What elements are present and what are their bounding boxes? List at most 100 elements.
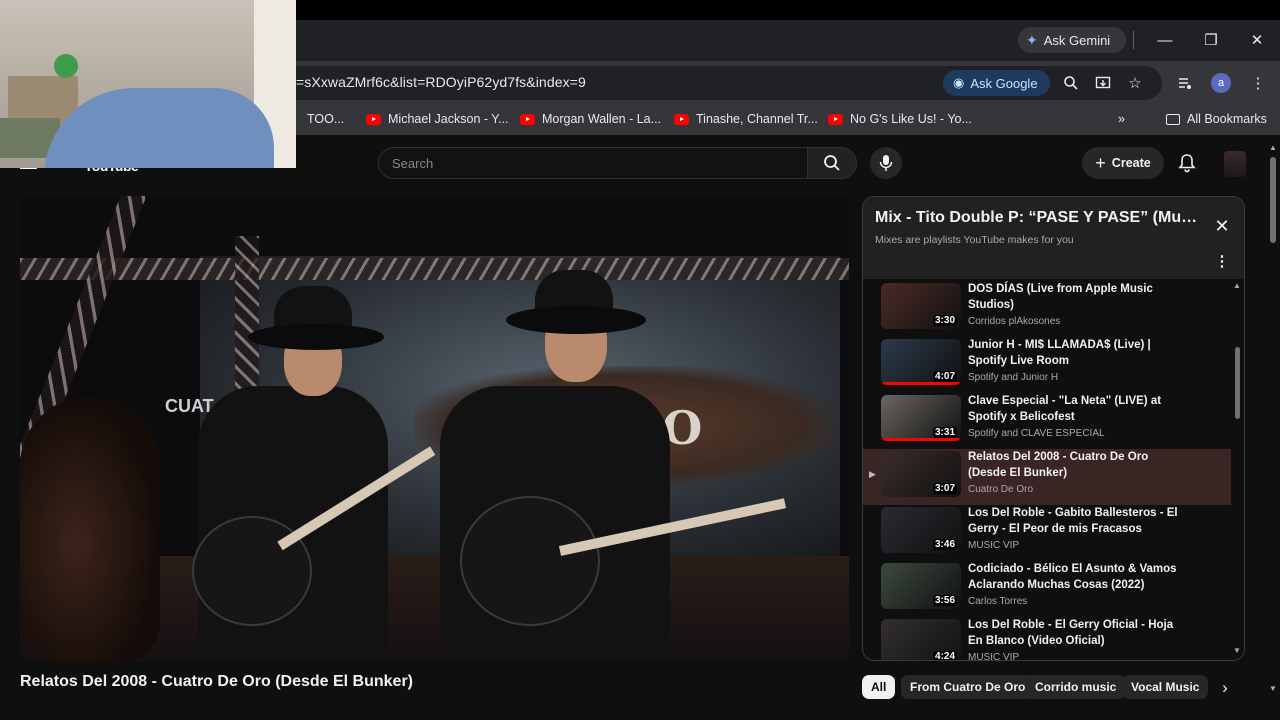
scroll-down-icon[interactable]: ▼ — [1233, 646, 1241, 655]
all-bookmarks-button[interactable]: All Bookmarks — [1166, 112, 1267, 126]
duration-badge: 4:07 — [932, 371, 957, 382]
playlist-items: 3:30 DOS DÍAS (Live from Apple Music Stud… — [863, 279, 1231, 660]
playlist-item[interactable]: ▶ 3:07 Relatos Del 2008 - Cuatro De Oro (D… — [863, 449, 1231, 505]
lens-icon: ◉ — [953, 75, 965, 90]
playlist-item[interactable]: 3:56 Codiciado - Bélico El Asunto & Vamos… — [863, 561, 1231, 617]
bookmark-label: Tinashe, Channel Tr... — [696, 112, 818, 126]
bookmark-star-icon[interactable]: ☆ — [1124, 72, 1146, 94]
gemini-icon: ✦ — [1026, 31, 1038, 48]
ask-gemini-label: Ask Gemini — [1043, 32, 1111, 48]
bookmark-item[interactable]: No G's Like Us! - Yo... — [828, 112, 972, 126]
search-button[interactable] — [807, 147, 857, 179]
scroll-up-icon[interactable]: ▲ — [1269, 143, 1277, 152]
bookmark-item[interactable]: TOO... — [307, 112, 344, 126]
scroll-up-icon[interactable]: ▲ — [1233, 281, 1241, 290]
webcam-overlay — [0, 0, 296, 168]
install-app-icon[interactable] — [1092, 72, 1114, 94]
profile-avatar[interactable]: a — [1211, 73, 1231, 93]
playlist-item-text: Relatos Del 2008 - Cuatro De Oro (Desde … — [968, 449, 1188, 495]
close-window-icon[interactable]: ✕ — [1246, 29, 1268, 51]
singer-right-hat-brim — [506, 306, 646, 334]
playlist-item-channel: Cuatro De Oro — [968, 484, 1034, 495]
playlist-scrollbar[interactable]: ▲ ▼ — [1231, 279, 1244, 660]
youtube-icon — [366, 113, 381, 125]
playlist-thumbnail[interactable]: 4:24 — [881, 619, 961, 660]
playlist-item-text: Los Del Roble - Gabito Ballesteros - El … — [968, 505, 1188, 551]
create-label: Create — [1111, 156, 1151, 170]
chevron-right-icon[interactable]: › — [1214, 677, 1236, 699]
duration-badge: 3:46 — [932, 539, 957, 550]
duration-badge: 3:56 — [932, 595, 957, 606]
minimize-icon[interactable]: — — [1154, 29, 1176, 51]
playlist-item[interactable]: 4:24 Los Del Roble - El Gerry Oficial - H… — [863, 617, 1231, 660]
all-bookmarks-label: All Bookmarks — [1187, 112, 1267, 126]
singer-left-hat-brim — [248, 324, 384, 350]
user-avatar[interactable] — [1224, 151, 1246, 177]
playlist-thumbnail[interactable]: 3:31 — [881, 395, 961, 441]
playlist-item-text: Junior H - MI$ LLAMADA$ (Live) | Spotify… — [968, 337, 1188, 383]
chip-from-cuatro-de-oro[interactable]: From Cuatro De Oro — [901, 675, 1035, 699]
playlist-item-title[interactable]: Codiciado - Bélico El Asunto & Vamos Acl… — [968, 561, 1188, 593]
media-control-icon[interactable] — [1174, 72, 1196, 94]
playlist-subtitle: Mixes are playlists YouTube makes for yo… — [875, 234, 1074, 246]
url-text[interactable]: =sXxwaZMrf6c&list=RDOyiP62yd7fs&index=9 — [296, 74, 586, 90]
video-title: Relatos Del 2008 - Cuatro De Oro (Desde … — [20, 673, 413, 690]
scroll-down-icon[interactable]: ▼ — [1269, 684, 1277, 693]
playlist-item-title[interactable]: Los Del Roble - Gabito Ballesteros - El … — [968, 505, 1188, 537]
zoom-icon[interactable] — [1060, 72, 1082, 94]
watch-progress — [881, 382, 961, 385]
playlist-item-title[interactable]: DOS DÍAS (Live from Apple Music Studios) — [968, 281, 1188, 313]
bookmark-label: No G's Like Us! - Yo... — [850, 112, 972, 126]
notifications-button[interactable] — [1175, 151, 1199, 175]
bookmarks-overflow-icon[interactable]: » — [1118, 112, 1125, 126]
playlist-panel: Mix - Tito Double P: “PASE Y PASE” (Musi… — [862, 196, 1245, 661]
page-scrollbar[interactable]: ▲ ▼ — [1266, 135, 1280, 700]
playlist-item[interactable]: 4:07 Junior H - MI$ LLAMADA$ (Live) | Spo… — [863, 337, 1231, 393]
folder-icon — [1166, 113, 1180, 125]
more-vert-icon[interactable]: ⋮ — [1215, 253, 1230, 270]
bookmark-item[interactable]: Michael Jackson - Y... — [366, 112, 508, 126]
bookmark-item[interactable]: Tinashe, Channel Tr... — [674, 112, 818, 126]
playlist-item-text: Codiciado - Bélico El Asunto & Vamos Acl… — [968, 561, 1188, 607]
playlist-item-title[interactable]: Relatos Del 2008 - Cuatro De Oro (Desde … — [968, 449, 1188, 481]
voice-search-button[interactable] — [870, 147, 902, 179]
playlist-item-title[interactable]: Clave Especial - "La Neta" (LIVE) at Spo… — [968, 393, 1188, 425]
playlist-item[interactable]: 3:46 Los Del Roble - Gabito Ballesteros -… — [863, 505, 1231, 561]
bookmark-item[interactable]: Morgan Wallen - La... — [520, 112, 661, 126]
more-menu-icon[interactable]: ⋮ — [1247, 72, 1269, 94]
singer-right-guitar — [460, 496, 600, 626]
ask-google-button[interactable]: ◉ Ask Google — [943, 70, 1050, 96]
divider — [1133, 31, 1134, 49]
video-truss — [20, 258, 849, 280]
page-scroll-thumb[interactable] — [1270, 157, 1276, 243]
search-input[interactable]: Search — [378, 147, 808, 179]
playlist-item-title[interactable]: Junior H - MI$ LLAMADA$ (Live) | Spotify… — [968, 337, 1188, 369]
playlist-title[interactable]: Mix - Tito Double P: “PASE Y PASE” (Musi… — [875, 209, 1205, 227]
webcam-plant — [54, 54, 78, 78]
playlist-item-channel: Spotify and CLAVE ESPECIAL — [968, 428, 1105, 439]
video-player[interactable]: ORO CUAT — [20, 196, 849, 662]
playlist-item[interactable]: 3:30 DOS DÍAS (Live from Apple Music Stud… — [863, 281, 1231, 337]
close-icon[interactable]: ✕ — [1213, 216, 1231, 236]
playlist-thumbnail[interactable]: 3:46 — [881, 507, 961, 553]
ask-gemini-button[interactable]: ✦ Ask Gemini — [1018, 27, 1126, 53]
chip-vocal-music[interactable]: Vocal Music — [1122, 675, 1209, 699]
playlist-scroll-thumb[interactable] — [1235, 347, 1240, 419]
bookmark-label: Morgan Wallen - La... — [542, 112, 662, 126]
playlist-thumbnail[interactable]: 4:07 — [881, 339, 961, 385]
playlist-item-title[interactable]: Los Del Roble - El Gerry Oficial - Hoja … — [968, 617, 1188, 649]
playlist-thumbnail[interactable]: 3:56 — [881, 563, 961, 609]
restore-icon[interactable]: ❐ — [1200, 29, 1222, 51]
now-playing-icon: ▶ — [869, 469, 876, 479]
plus-icon: + — [1095, 152, 1106, 173]
watch-progress — [881, 438, 961, 441]
playlist-thumbnail[interactable]: 3:30 — [881, 283, 961, 329]
chip-all[interactable]: All — [862, 675, 896, 699]
duration-badge: 3:30 — [932, 315, 957, 326]
playlist-thumbnail[interactable]: 3:07 — [881, 451, 961, 497]
playlist-item-channel: Carlos Torres — [968, 596, 1028, 607]
playlist-item[interactable]: 3:31 Clave Especial - "La Neta" (LIVE) at… — [863, 393, 1231, 449]
chip-corrido-music[interactable]: Corrido music — [1026, 675, 1126, 699]
youtube-icon — [674, 113, 689, 125]
create-button[interactable]: + Create — [1082, 147, 1164, 179]
